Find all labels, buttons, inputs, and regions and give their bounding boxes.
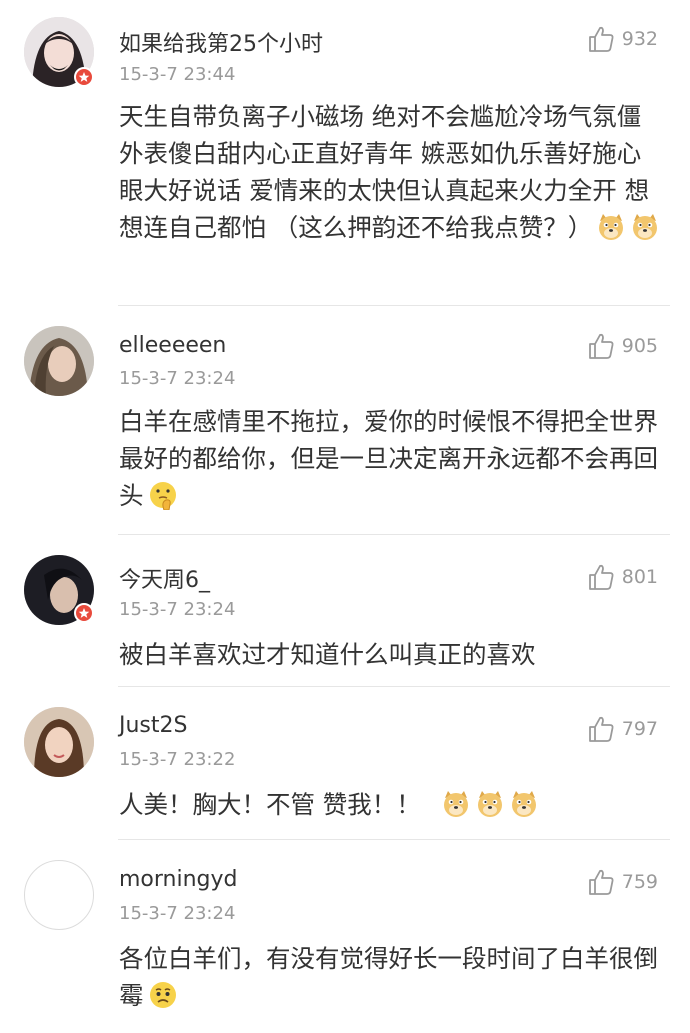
timestamp: 15-3-7 23:24 (119, 599, 236, 620)
doge-emoji-icon (630, 212, 660, 242)
timestamp: 15-3-7 23:22 (119, 749, 236, 770)
comment-text-body: 各位白羊们，有没有觉得好长一段时间了白羊很倒霉 (119, 944, 658, 1010)
comment-item: elleeeeen 15-3-7 23:24 905 白羊在感情里不拖拉，爱你的… (0, 306, 690, 535)
timestamp: 15-3-7 23:24 (119, 368, 236, 389)
like-button[interactable]: 759 (586, 867, 658, 897)
username[interactable]: 如果给我第25个小时 (119, 26, 323, 58)
comment-text: 被白羊喜欢过才知道什么叫真正的喜欢 (119, 636, 664, 673)
like-count: 932 (621, 28, 658, 50)
thumbs-up-icon (586, 562, 616, 592)
thinking-emoji-icon (148, 480, 178, 510)
thumbs-up-icon (586, 331, 616, 361)
like-button[interactable]: 905 (586, 331, 658, 361)
comment-text: 各位白羊们，有没有觉得好长一段时间了白羊很倒霉 (119, 940, 664, 1014)
thumbs-up-icon (586, 867, 616, 897)
avatar[interactable] (24, 860, 94, 930)
comment-item: 如果给我第25个小时 15-3-7 23:44 932 天生自带负离子小磁场 绝… (0, 0, 690, 306)
verified-badge-icon (74, 67, 94, 87)
comment-item: morningyd 15-3-7 23:24 759 各位白羊们，有没有觉得好长… (0, 840, 690, 1033)
like-count: 905 (621, 335, 658, 357)
comment-text: 天生自带负离子小磁场 绝对不会尴尬冷场气氛僵 外表傻白甜内心正直好青年 嫉恶如仇… (119, 98, 664, 246)
thumbs-up-icon (586, 24, 616, 54)
doge-emoji-icon (441, 789, 471, 819)
username[interactable]: elleeeeen (119, 333, 226, 358)
like-button[interactable]: 932 (586, 24, 658, 54)
username[interactable]: Just2S (119, 713, 187, 738)
comment-text-body: 被白羊喜欢过才知道什么叫真正的喜欢 (119, 640, 536, 669)
username[interactable]: morningyd (119, 867, 238, 892)
like-count: 797 (621, 718, 658, 740)
comment-text-body: 天生自带负离子小磁场 绝对不会尴尬冷场气氛僵 外表傻白甜内心正直好青年 嫉恶如仇… (119, 102, 650, 242)
comment-text: 白羊在感情里不拖拉，爱你的时候恨不得把全世界最好的都给你，但是一旦决定离开永远都… (119, 403, 664, 514)
comment-text: 人美！胸大！不管 赞我！！ (119, 786, 664, 823)
comment-item: Just2S 15-3-7 23:22 797 人美！胸大！不管 赞我！！ (0, 687, 690, 840)
username[interactable]: 今天周6_ (119, 562, 210, 594)
verified-badge-icon (74, 603, 94, 623)
avatar[interactable] (24, 707, 94, 777)
comment-text-body: 白羊在感情里不拖拉，爱你的时候恨不得把全世界最好的都给你，但是一旦决定离开永远都… (119, 407, 658, 510)
like-button[interactable]: 797 (586, 714, 658, 744)
doge-emoji-icon (475, 789, 505, 819)
thumbs-up-icon (586, 714, 616, 744)
comment-item: 今天周6_ 15-3-7 23:24 801 被白羊喜欢过才知道什么叫真正的喜欢 (0, 535, 690, 687)
like-count: 759 (621, 871, 658, 893)
doge-emoji-icon (596, 212, 626, 242)
like-count: 801 (621, 566, 658, 588)
sad-emoji-icon (148, 980, 178, 1010)
like-button[interactable]: 801 (586, 562, 658, 592)
avatar[interactable] (24, 326, 94, 396)
timestamp: 15-3-7 23:24 (119, 903, 236, 924)
comment-feed: 如果给我第25个小时 15-3-7 23:44 932 天生自带负离子小磁场 绝… (0, 0, 690, 1033)
timestamp: 15-3-7 23:44 (119, 64, 236, 85)
comment-text-body: 人美！胸大！不管 赞我！！ (119, 790, 421, 819)
doge-emoji-icon (509, 789, 539, 819)
